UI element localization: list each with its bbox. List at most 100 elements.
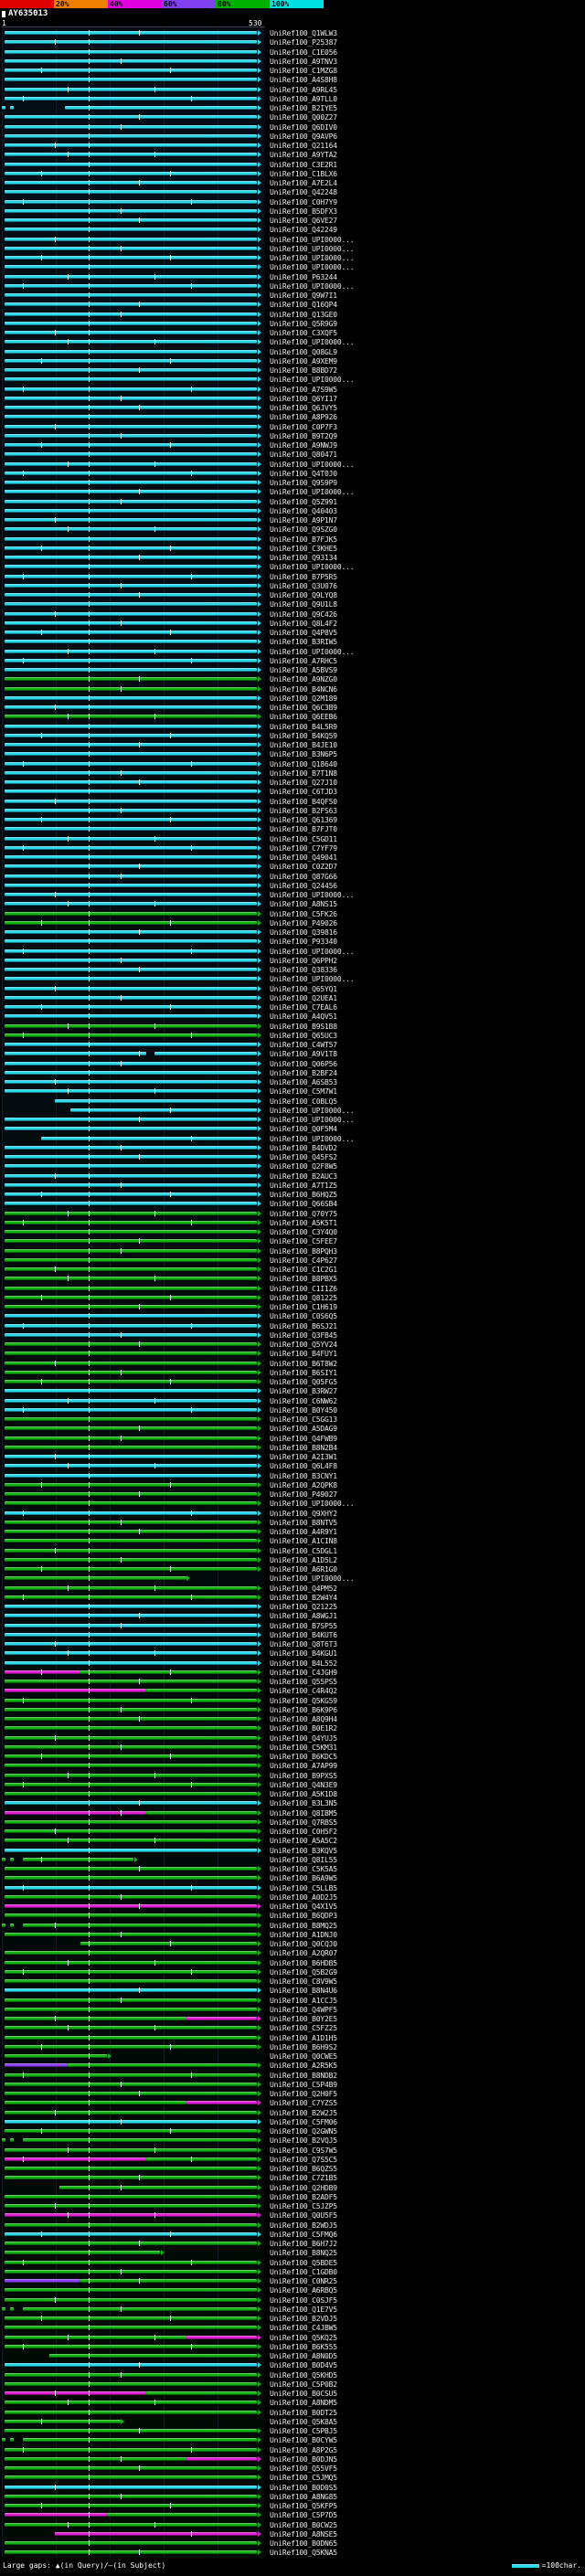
hit-accession-link[interactable]: UniRef100_UPI0000... <box>270 338 354 346</box>
hit-accession-link[interactable]: UniRef100_A0D2J5 <box>270 1893 337 1902</box>
alignment-segment[interactable] <box>41 1137 257 1140</box>
alignment-row[interactable]: UniRef100_B5DFX3 <box>0 207 585 216</box>
alignment-segment[interactable] <box>5 1511 257 1515</box>
alignment-segment[interactable] <box>5 1605 257 1608</box>
alignment-row[interactable]: UniRef100_UPI0000... <box>0 375 585 384</box>
alignment-segment[interactable] <box>5 406 257 409</box>
hit-accession-link[interactable]: UniRef100_Q9LYQ8 <box>270 591 337 599</box>
hit-accession-link[interactable]: UniRef100_B9T2Q9 <box>270 432 337 440</box>
alignment-row[interactable]: UniRef100_UPI0000... <box>0 1134 585 1143</box>
hit-accession-link[interactable]: UniRef100_C5FMQ6 <box>270 2231 337 2239</box>
alignment-row[interactable]: UniRef100_B2AUC3 <box>0 1171 585 1181</box>
alignment-row[interactable]: UniRef100_A7RHC5 <box>0 656 585 665</box>
alignment-row[interactable]: UniRef100_A9NZG0 <box>0 674 585 684</box>
hit-accession-link[interactable]: UniRef100_C0Z2D7 <box>270 863 337 871</box>
alignment-row[interactable]: UniRef100_Q13GE0 <box>0 310 585 319</box>
alignment-segment[interactable] <box>5 1287 257 1290</box>
hit-accession-link[interactable]: UniRef100_Q3FB45 <box>270 1331 337 1340</box>
alignment-segment[interactable] <box>5 1979 257 1983</box>
alignment-row[interactable]: UniRef100_C5JMQ5 <box>0 2473 585 2482</box>
alignment-segment[interactable] <box>5 1296 257 1299</box>
alignment-row[interactable]: UniRef100_C7YZS5 <box>0 2098 585 2107</box>
alignment-row[interactable]: UniRef100_B2WDJ5 <box>0 2221 585 2230</box>
alignment-segment[interactable] <box>5 1624 257 1627</box>
alignment-row[interactable]: UniRef100_Q87G66 <box>0 872 585 881</box>
hit-accession-link[interactable]: UniRef100_C0H5F2 <box>270 1828 337 1836</box>
alignment-segment[interactable] <box>5 377 257 381</box>
alignment-segment[interactable] <box>10 2438 14 2442</box>
alignment-segment[interactable] <box>5 302 257 306</box>
hit-accession-link[interactable]: UniRef100_B4KGU1 <box>270 1649 337 1658</box>
alignment-row[interactable]: UniRef100_Q4WPF5 <box>0 2005 585 2014</box>
alignment-segment[interactable] <box>5 2288 257 2292</box>
hit-accession-link[interactable]: UniRef100_B0DJN5 <box>270 2455 337 2464</box>
hit-accession-link[interactable]: UniRef100_UPI0000... <box>270 282 354 291</box>
alignment-segment[interactable] <box>55 2532 258 2536</box>
alignment-segment[interactable] <box>5 1258 257 1262</box>
alignment-row[interactable]: UniRef100_B3L3N5 <box>0 1798 585 1807</box>
hit-accession-link[interactable]: UniRef100_UPI0000... <box>270 1500 354 1508</box>
alignment-segment[interactable] <box>5 1267 257 1271</box>
hit-accession-link[interactable]: UniRef100_B6T8W2 <box>270 1360 337 1368</box>
alignment-row[interactable]: UniRef100_Q7RBS5 <box>0 1818 585 1827</box>
alignment-row[interactable]: UniRef100_B6H7J2 <box>0 2239 585 2248</box>
hit-accession-link[interactable]: UniRef100_C5JZP5 <box>270 2202 337 2210</box>
alignment-row[interactable]: UniRef100_Q9XHY2 <box>0 1509 585 1518</box>
alignment-segment[interactable] <box>5 2092 257 2095</box>
hit-accession-link[interactable]: UniRef100_B0Y450 <box>270 1406 337 1415</box>
alignment-row[interactable]: UniRef100_Q38336 <box>0 965 585 974</box>
hit-accession-link[interactable]: UniRef100_Q4FWB9 <box>270 1435 337 1443</box>
alignment-segment[interactable] <box>5 415 257 419</box>
hit-accession-link[interactable]: UniRef100_C0H7Y9 <box>270 198 337 207</box>
hit-accession-link[interactable]: UniRef100_A8N0D5 <box>270 2352 337 2360</box>
alignment-row[interactable]: UniRef100_C5FMQ6 <box>0 2230 585 2239</box>
alignment-row[interactable]: UniRef100_UPI0000... <box>0 562 585 571</box>
alignment-segment[interactable] <box>5 397 257 400</box>
alignment-row[interactable]: UniRef100_Q4PM52 <box>0 1584 585 1593</box>
alignment-segment[interactable] <box>5 1174 257 1178</box>
alignment-segment[interactable] <box>5 143 257 147</box>
alignment-row[interactable]: UniRef100_B0Y2E5 <box>0 2014 585 2023</box>
alignment-segment[interactable] <box>5 1576 186 1580</box>
alignment-row[interactable]: UniRef100_Q2HDB9 <box>0 2183 585 2192</box>
alignment-row[interactable]: UniRef100_A9V1T8 <box>0 1049 585 1058</box>
hit-accession-link[interactable]: UniRef100_A1D5L2 <box>270 1556 337 1564</box>
alignment-row[interactable]: UniRef100_B4L5R9 <box>0 722 585 731</box>
alignment-row[interactable]: UniRef100_C5JZP5 <box>0 2201 585 2210</box>
hit-accession-link[interactable]: UniRef100_Q5Z991 <box>270 498 337 506</box>
alignment-row[interactable]: UniRef100_C0P7F3 <box>0 422 585 431</box>
alignment-row[interactable]: UniRef100_Q80471 <box>0 450 585 459</box>
alignment-row[interactable]: UniRef100_Q2F8W5 <box>0 1161 585 1171</box>
alignment-segment[interactable] <box>5 2448 257 2452</box>
hit-accession-link[interactable]: UniRef100_Q42248 <box>270 188 337 196</box>
hit-accession-link[interactable]: UniRef100_Q66SB4 <box>270 1200 337 1208</box>
alignment-row[interactable]: UniRef100_B0CSU5 <box>0 2389 585 2398</box>
alignment-segment[interactable] <box>5 387 257 391</box>
alignment-row[interactable]: UniRef100_UPI0000... <box>0 487 585 496</box>
hit-accession-link[interactable]: UniRef100_B6SJ21 <box>270 1322 337 1330</box>
alignment-segment[interactable] <box>5 1642 257 1646</box>
hit-accession-link[interactable]: UniRef100_C5K5A5 <box>270 1865 337 1873</box>
hit-accession-link[interactable]: UniRef100_C5PBJ5 <box>270 2427 337 2435</box>
alignment-segment[interactable] <box>5 265 257 269</box>
alignment-segment[interactable] <box>5 2176 257 2179</box>
alignment-segment[interactable] <box>5 2111 257 2115</box>
hit-accession-link[interactable]: UniRef100_Q5K8A5 <box>270 2418 337 2426</box>
alignment-segment[interactable] <box>5 864 257 868</box>
alignment-row[interactable]: UniRef100_C5P4B9 <box>0 2080 585 2089</box>
hit-accession-link[interactable]: UniRef100_A8NDM5 <box>270 2399 337 2407</box>
alignment-row[interactable]: UniRef100_Q7S5C5 <box>0 2155 585 2164</box>
alignment-row[interactable]: UniRef100_C4R4Q2 <box>0 1686 585 1695</box>
alignment-row[interactable]: UniRef100_Q5R9G9 <box>0 319 585 328</box>
alignment-row[interactable]: UniRef100_A8N0D5 <box>0 2351 585 2360</box>
alignment-row[interactable]: UniRef100_B6KDC5 <box>0 1752 585 1761</box>
hit-accession-link[interactable]: UniRef100_Q5KG59 <box>270 1697 337 1705</box>
hit-accession-link[interactable]: UniRef100_Q9SZG0 <box>270 525 337 534</box>
hit-accession-link[interactable]: UniRef100_Q00Z27 <box>270 113 337 122</box>
hit-accession-link[interactable]: UniRef100_Q5B2G9 <box>270 1968 337 1977</box>
alignment-row[interactable]: UniRef100_Q08GL9 <box>0 347 585 356</box>
alignment-row[interactable]: UniRef100_C4JGH9 <box>0 1668 585 1677</box>
alignment-segment[interactable] <box>5 359 257 363</box>
alignment-row[interactable]: UniRef100_B6QDP3 <box>0 1911 585 1920</box>
alignment-segment[interactable] <box>5 31 257 35</box>
